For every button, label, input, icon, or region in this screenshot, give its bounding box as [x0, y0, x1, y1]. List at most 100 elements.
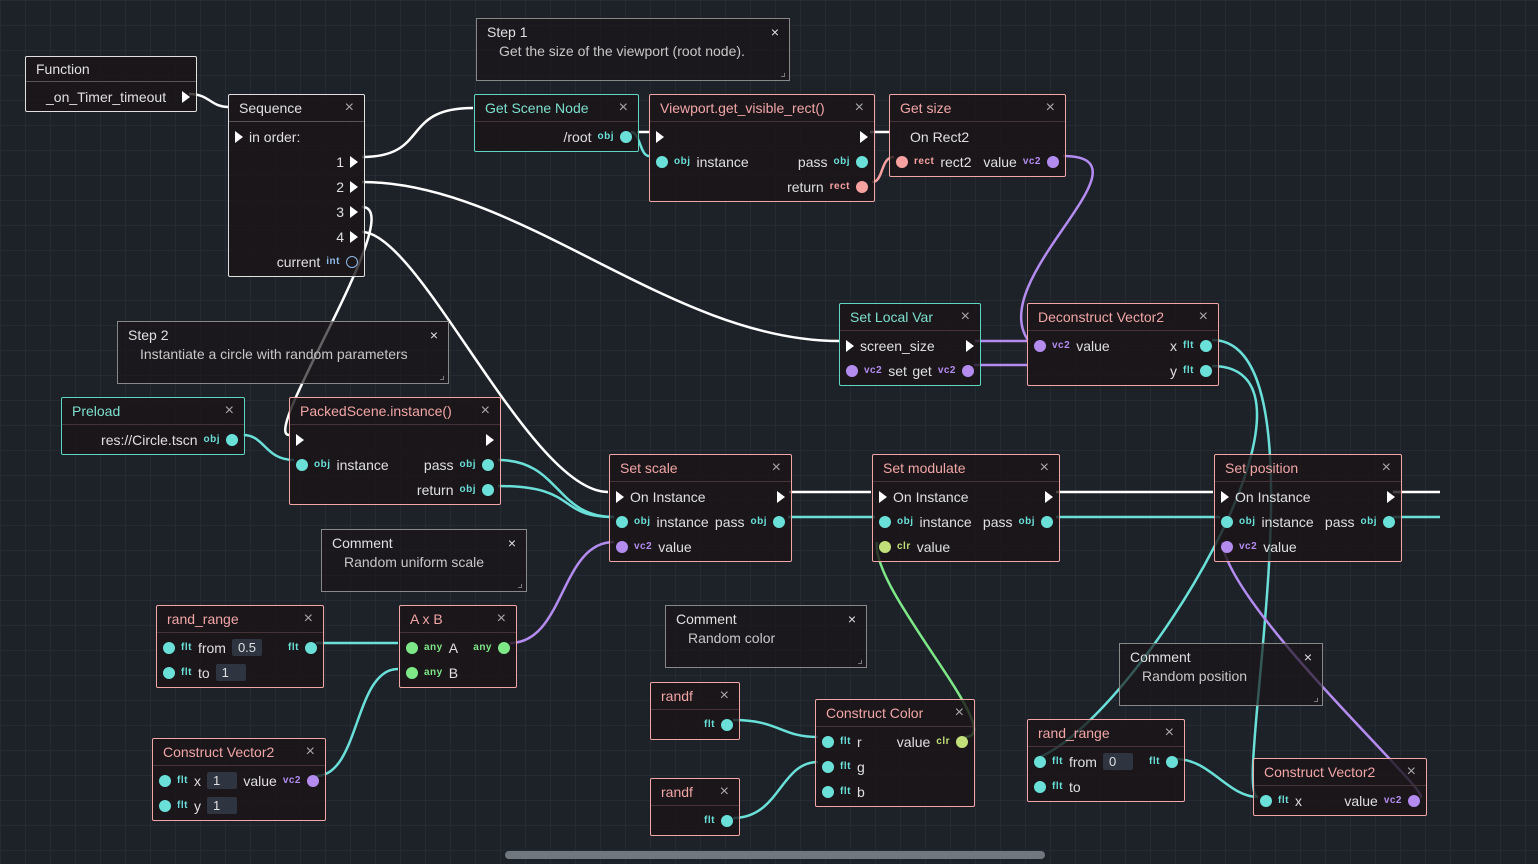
port-in[interactable]: [1034, 756, 1046, 768]
exec-in-icon[interactable]: [656, 131, 664, 143]
node-deconstruct-vec2[interactable]: Deconstruct Vector2× vc2valuexflt yflt: [1027, 303, 1219, 386]
resize-handle-icon[interactable]: ⌟: [517, 576, 523, 590]
y-input[interactable]: 1: [207, 797, 237, 814]
port-out[interactable]: [307, 775, 319, 787]
node-set-position[interactable]: Set position× On Instance objinstancepas…: [1214, 454, 1402, 562]
comment-step2[interactable]: Step 2× Instantiate a circle with random…: [117, 321, 449, 384]
port-out[interactable]: [1383, 516, 1395, 528]
exec-out-icon[interactable]: [182, 91, 190, 103]
close-icon[interactable]: ×: [855, 99, 864, 117]
comment-position[interactable]: Comment× Random position ⌟: [1119, 643, 1323, 706]
node-get-size[interactable]: Get size× On Rect2 rectrect2valuevc2: [889, 94, 1066, 177]
port-out[interactable]: [1047, 156, 1059, 168]
exec-out-icon[interactable]: [350, 206, 358, 218]
port-in[interactable]: [846, 365, 858, 377]
node-a-times-b[interactable]: A x B× anyAany anyB: [399, 605, 517, 688]
node-construct-vec2-2[interactable]: Construct Vector2× fltxvaluevc2: [1253, 758, 1427, 816]
port-in[interactable]: [296, 459, 308, 471]
node-construct-vec2-1[interactable]: Construct Vector2× fltx1valuevc2 flty1: [152, 738, 326, 821]
port-in[interactable]: [1034, 781, 1046, 793]
comment-scale[interactable]: Comment× Random uniform scale ⌟: [321, 529, 527, 592]
close-icon[interactable]: ×: [306, 743, 315, 761]
port-out[interactable]: [773, 516, 785, 528]
node-sequence[interactable]: Sequence× in order: 1 2 3 4 currentint: [228, 94, 365, 277]
port-out[interactable]: [498, 642, 510, 654]
exec-in-icon[interactable]: [879, 491, 887, 503]
port-in[interactable]: [879, 541, 891, 553]
port-out[interactable]: [482, 459, 494, 471]
close-icon[interactable]: ×: [430, 327, 438, 343]
from-input[interactable]: 0: [1103, 753, 1133, 770]
node-get-scene-node[interactable]: Get Scene Node× /rootobj: [474, 94, 639, 152]
close-icon[interactable]: ×: [304, 610, 313, 628]
close-icon[interactable]: ×: [961, 308, 970, 326]
close-icon[interactable]: ×: [720, 783, 729, 801]
x-input[interactable]: 1: [207, 772, 237, 789]
exec-in-icon[interactable]: [616, 491, 624, 503]
node-set-local-var[interactable]: Set Local Var× screen_size vc2setgetvc2: [839, 303, 981, 386]
port-in[interactable]: [406, 642, 418, 654]
node-preload[interactable]: Preload× res://Circle.tscnobj: [61, 397, 245, 455]
port-in[interactable]: [163, 667, 175, 679]
port-in[interactable]: [159, 800, 171, 812]
close-icon[interactable]: ×: [1199, 308, 1208, 326]
to-input[interactable]: 1: [216, 664, 246, 681]
node-randf-2[interactable]: randf× flt: [650, 778, 740, 836]
port-out[interactable]: [856, 181, 868, 193]
exec-in-icon[interactable]: [846, 340, 854, 352]
node-rand-range-1[interactable]: rand_range× fltfrom0.5flt fltto1: [156, 605, 324, 688]
close-icon[interactable]: ×: [481, 402, 490, 420]
exec-in-icon[interactable]: [1221, 491, 1229, 503]
exec-out-icon[interactable]: [860, 131, 868, 143]
port-out[interactable]: [1200, 340, 1212, 352]
close-icon[interactable]: ×: [771, 24, 779, 40]
port-in[interactable]: [159, 775, 171, 787]
close-icon[interactable]: ×: [1165, 724, 1174, 742]
exec-out-icon[interactable]: [350, 156, 358, 168]
port-out[interactable]: [482, 484, 494, 496]
exec-in-icon[interactable]: [235, 131, 243, 143]
port-out[interactable]: [620, 131, 632, 143]
node-construct-color[interactable]: Construct Color× fltrvalueclr fltg fltb: [815, 699, 975, 807]
close-icon[interactable]: ×: [225, 402, 234, 420]
port-in[interactable]: [406, 667, 418, 679]
node-randf-1[interactable]: randf× flt: [650, 682, 740, 740]
port-out[interactable]: [1041, 516, 1053, 528]
node-packedscene-instance[interactable]: PackedScene.instance()× objinstancepasso…: [289, 397, 501, 505]
port-in[interactable]: [822, 761, 834, 773]
port-out[interactable]: [1166, 756, 1178, 768]
close-icon[interactable]: ×: [955, 704, 964, 722]
port-in[interactable]: [1221, 516, 1233, 528]
resize-handle-icon[interactable]: ⌟: [439, 368, 445, 382]
exec-in-icon[interactable]: [296, 434, 304, 446]
port-in[interactable]: [896, 156, 908, 168]
port-out[interactable]: [962, 365, 974, 377]
close-icon[interactable]: ×: [508, 535, 516, 551]
node-rand-range-2[interactable]: rand_range× fltfrom0flt fltto: [1027, 719, 1185, 802]
resize-handle-icon[interactable]: ⌟: [857, 652, 863, 666]
comment-color[interactable]: Comment× Random color ⌟: [665, 605, 867, 668]
close-icon[interactable]: ×: [848, 611, 856, 627]
port-in[interactable]: [656, 156, 668, 168]
close-icon[interactable]: ×: [772, 459, 781, 477]
exec-out-icon[interactable]: [350, 181, 358, 193]
exec-out-icon[interactable]: [1387, 491, 1395, 503]
port-in[interactable]: [1260, 795, 1272, 807]
port-in[interactable]: [1034, 340, 1046, 352]
exec-out-icon[interactable]: [486, 434, 494, 446]
close-icon[interactable]: ×: [1407, 763, 1416, 781]
close-icon[interactable]: ×: [720, 687, 729, 705]
port-out[interactable]: [956, 736, 968, 748]
port-in[interactable]: [163, 642, 175, 654]
close-icon[interactable]: ×: [1304, 649, 1312, 665]
close-icon[interactable]: ×: [345, 99, 354, 117]
exec-out-icon[interactable]: [777, 491, 785, 503]
close-icon[interactable]: ×: [1382, 459, 1391, 477]
from-input[interactable]: 0.5: [232, 639, 262, 656]
node-viewport-rect[interactable]: Viewport.get_visible_rect()× objinstance…: [649, 94, 875, 202]
port-in[interactable]: [1221, 541, 1233, 553]
resize-handle-icon[interactable]: ⌟: [1313, 690, 1319, 704]
port-in[interactable]: [879, 516, 891, 528]
port-out[interactable]: [226, 434, 238, 446]
port-out[interactable]: [721, 815, 733, 827]
